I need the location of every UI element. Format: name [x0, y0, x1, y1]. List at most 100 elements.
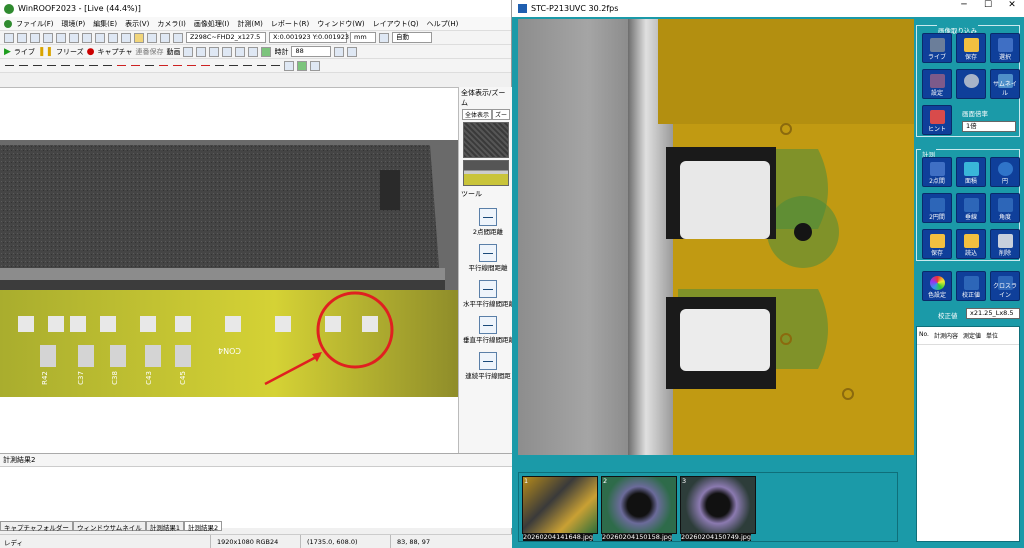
camera-preset-select[interactable]: Z298C~FHD2_x127.5 — [186, 32, 266, 43]
fit-icon[interactable] — [334, 46, 345, 57]
arc-tool-icon[interactable] — [214, 61, 225, 71]
live-image-area[interactable]: CON4 R42 C37 C38 C43 C45 — [0, 87, 458, 453]
circle-center-icon[interactable] — [186, 61, 197, 71]
continuous-save-button[interactable]: 連番保存 — [135, 47, 163, 57]
crop-icon[interactable] — [196, 46, 207, 57]
live-camera-image[interactable] — [518, 19, 914, 455]
grid-view-icon[interactable] — [147, 32, 157, 43]
tab-results-1[interactable]: 計測結果1 — [145, 521, 184, 532]
circle3-tool-icon[interactable] — [172, 61, 183, 71]
export-icon[interactable] — [310, 60, 320, 71]
minimize-button[interactable]: ─ — [952, 0, 976, 10]
table-icon[interactable] — [297, 60, 307, 71]
zoom-value-field[interactable]: 88 — [291, 46, 332, 57]
tab-zoom[interactable]: ズー — [492, 109, 511, 120]
layout-icon[interactable] — [173, 32, 183, 43]
tab-capture-folder[interactable]: キャプチャフォルダー — [0, 521, 73, 532]
tool-parallel-distance[interactable]: 平行線間距離 — [463, 244, 513, 272]
ruler-icon[interactable] — [284, 60, 294, 71]
copy-icon[interactable] — [56, 32, 66, 43]
circle-button[interactable]: 円 — [990, 157, 1020, 187]
undo-icon[interactable] — [82, 32, 92, 43]
tool-two-point-distance[interactable]: 2点間距離 — [463, 208, 513, 236]
maximize-button[interactable]: ☐ — [976, 0, 1000, 10]
zoom-mode-select[interactable]: 自動 — [392, 32, 432, 43]
measurement-table[interactable]: No. 計測内容 測定値 単位 — [916, 326, 1020, 542]
point-tool-icon[interactable] — [116, 61, 127, 71]
overview-thumbnail[interactable] — [463, 122, 509, 158]
live-button[interactable]: ライブ — [14, 47, 35, 57]
save-button-right[interactable]: 保存 — [956, 33, 986, 63]
print-icon[interactable] — [108, 32, 118, 43]
angle-tool-icon[interactable] — [88, 61, 99, 71]
thumbnail-3[interactable]: 3 20260204150749.jpg — [680, 476, 756, 541]
redo-icon[interactable] — [95, 32, 105, 43]
new-file-icon[interactable] — [4, 32, 14, 43]
save-icon[interactable] — [30, 32, 40, 43]
polyline-icon[interactable] — [228, 61, 239, 71]
angle2-tool-icon[interactable] — [144, 61, 155, 71]
select-button[interactable]: 選択 — [990, 33, 1020, 63]
vertical-line-icon[interactable] — [46, 61, 57, 71]
calibration-button[interactable]: 校正値 — [956, 271, 986, 301]
rotate-icon[interactable] — [209, 46, 220, 57]
flip-icon[interactable] — [222, 46, 233, 57]
measure-save-button[interactable]: 保存 — [922, 229, 952, 259]
settings-icon[interactable] — [121, 32, 131, 43]
adjust-button[interactable] — [956, 69, 986, 99]
hint-button[interactable]: ヒント — [922, 105, 952, 135]
thumbnail-2[interactable]: 2 20260204150158.jpg — [601, 476, 677, 541]
menu-edit[interactable]: 編集(E) — [93, 19, 117, 29]
load-button[interactable]: 読込 — [956, 229, 986, 259]
unit-select[interactable]: mm — [350, 32, 376, 43]
refresh-icon[interactable] — [347, 46, 358, 57]
angle-button[interactable]: 角度 — [990, 193, 1020, 223]
hint-bulb-icon[interactable] — [134, 32, 144, 43]
grid-overlay-icon[interactable] — [235, 46, 246, 57]
image-adjust-icon[interactable] — [183, 46, 194, 57]
split-view-icon[interactable] — [160, 32, 170, 43]
clock-label[interactable]: 時計 — [274, 47, 288, 57]
line-tool-icon[interactable] — [4, 61, 15, 71]
calibration-select[interactable]: x21.25_Lx8.5 — [966, 308, 1020, 319]
cut-icon[interactable] — [43, 32, 53, 43]
menu-help[interactable]: ヘルプ(H) — [427, 19, 459, 29]
delete-button[interactable]: 削除 — [990, 229, 1020, 259]
tab-window-thumbnail[interactable]: ウィンドウサムネイル — [72, 521, 146, 532]
tab-results-2[interactable]: 計測結果2 — [183, 521, 223, 532]
menu-camera[interactable]: カメラ(I) — [157, 19, 186, 29]
menu-window[interactable]: ウィンドウ(W) — [317, 19, 364, 29]
capture-button[interactable]: キャプチャ — [98, 47, 133, 57]
crossline-button[interactable]: クロスライン — [990, 271, 1020, 301]
movie-button[interactable]: 動画 — [166, 47, 180, 57]
thumbnail-button[interactable]: サムネイル — [990, 69, 1020, 99]
paste-icon[interactable] — [69, 32, 79, 43]
spline-icon[interactable] — [270, 61, 281, 71]
freeze-button[interactable]: フリーズ — [56, 47, 84, 57]
area-button[interactable]: 面積 — [956, 157, 986, 187]
menu-report[interactable]: レポート(R) — [271, 19, 309, 29]
tool-vertical-parallel[interactable]: 垂直平行線間距離 — [463, 316, 513, 344]
menu-view[interactable]: 表示(V) — [125, 19, 149, 29]
horizontal-line-icon[interactable] — [32, 61, 43, 71]
multi-parallel-icon[interactable] — [60, 61, 71, 71]
circle-tool-icon[interactable] — [158, 61, 169, 71]
perpendicular-button[interactable]: 垂線 — [956, 193, 986, 223]
zoom-thumbnail[interactable] — [463, 160, 509, 186]
parallel-line-icon[interactable] — [18, 61, 29, 71]
diagonal-icon[interactable] — [74, 61, 85, 71]
menu-layout[interactable]: レイアウト(Q) — [373, 19, 419, 29]
cross-tool-icon[interactable] — [130, 61, 141, 71]
color-icon[interactable] — [261, 46, 272, 57]
open-folder-icon[interactable] — [17, 32, 27, 43]
two-circle-button[interactable]: 2円間 — [922, 193, 952, 223]
live-microscope-image[interactable] — [0, 140, 458, 397]
tab-overview[interactable]: 全体表示 — [462, 109, 493, 120]
menu-image-processing[interactable]: 画像処理(I) — [194, 19, 230, 29]
app-menu-icon[interactable] — [4, 19, 12, 28]
menu-measure[interactable]: 計測(M) — [237, 19, 263, 29]
area-tool-icon[interactable] — [242, 61, 253, 71]
setting-button[interactable]: 設定 — [922, 69, 952, 99]
curve-tool-icon[interactable] — [256, 61, 267, 71]
menu-file[interactable]: ファイル(F) — [16, 19, 54, 29]
